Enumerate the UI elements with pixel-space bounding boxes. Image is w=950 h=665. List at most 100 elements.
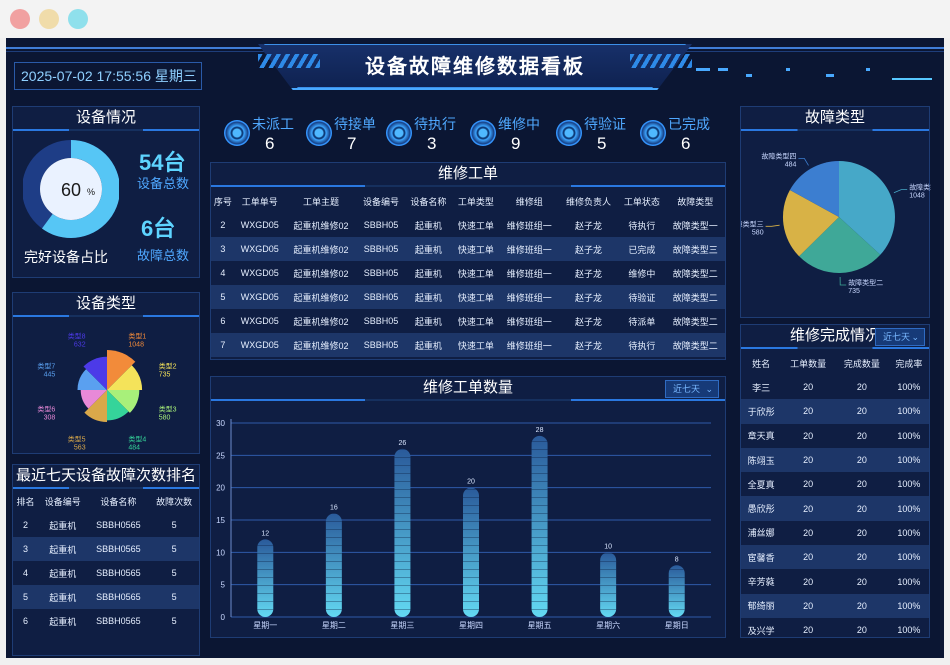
slice-category-label: 故障类型三 [741,219,764,228]
fault-ranking-table: 排名 设备编号 设备名称 故障次数 2 起重机 SBBH0565 5 3 起重机… [13,489,199,633]
status-count: 7 [347,134,357,153]
table-cell: 及兴学 [747,625,775,636]
bar-value-label: 20 [467,479,475,486]
status-counter-in-repair[interactable]: 维修中 9 [470,110,560,156]
table-cell: 100% [897,479,921,490]
status-counter-pending-accept[interactable]: 待接单 7 [306,110,396,156]
table-cell: 20 [781,447,835,473]
percent-value-text: 60 [61,180,81,200]
table-cell: SBBH0565 [96,616,141,626]
status-label: 待验证 [584,116,626,132]
bar-value-label: 12 [261,530,269,537]
table-cell: 于欣彤 [741,399,782,424]
minimize-window-button[interactable] [39,9,59,29]
column-header: 工单数量 [790,358,827,369]
slice-value-label: 580 [752,229,764,236]
completion-period-select[interactable]: 近七天 ⌄ [875,328,925,346]
table-cell: 2 [220,220,226,230]
table-cell: 维修班组一 [506,220,552,231]
table-cell: SBBH05 [363,316,399,326]
stripe-decoration-left [258,54,320,68]
pie-leader-line [765,224,780,227]
slice-value-label: 735 [848,288,860,295]
table-cell: 20 [856,430,867,441]
table-cell: 起重机 [414,220,442,231]
table-cell: 20 [834,593,889,618]
table-row[interactable]: 4 WXGD05 起重机维修02 SBBH05 起重机 快速工单 维修班组一 赵… [211,261,725,285]
chevron-down-icon: ⌄ [911,332,919,342]
column-header: 维修负责人 [566,196,612,207]
status-label: 维修中 [498,116,540,132]
slice-value-label: 445 [44,372,56,379]
table-cell: 故障类型二 [672,316,718,327]
table-cell: WXGD05 [240,220,279,230]
fault-ranking-panel: 最近七天设备故障次数排名 排名 设备编号 设备名称 故障次数 2 起重机 SBB… [12,464,200,656]
column-header: 设备名称 [410,196,447,207]
column-header: 序号 [213,196,232,207]
table-row: 章天真 20 20 100% [741,424,929,448]
maximize-window-button[interactable] [68,9,88,29]
table-cell: WXGD05 [234,237,285,261]
table-row[interactable]: 2 WXGD05 起重机维修02 SBBH05 起重机 快速工单 维修班组一 赵… [211,213,725,237]
slice-category-label: 故障类型一 [909,183,931,192]
table-cell: SBBH05 [357,237,405,261]
table-cell: 20 [803,430,814,441]
column-header: 设备编号 [44,496,81,507]
slice-category-label: 类型7 [37,362,55,371]
fault-equipment-label: 故障总数 [137,248,190,263]
status-count: 6 [265,134,275,153]
table-cell: 20 [856,625,867,636]
table-row[interactable]: 3 WXGD05 起重机维修02 SBBH05 起重机 快速工单 维修班组一 赵… [211,237,725,261]
table-cell: 100% [888,545,929,570]
table-cell: 20 [856,576,867,587]
table-row[interactable]: 7 WXGD05 起重机维修02 SBBH05 起重机 快速工单 维修班组一 赵… [211,333,725,357]
column-header: 完成数量 [843,358,880,369]
slice-category-label: 类型5 [68,435,86,444]
table-cell: 100% [897,576,921,587]
table-cell: 起重机 [37,537,88,561]
table-cell: 快速工单 [452,333,500,357]
slice-category-label: 类型3 [159,404,177,413]
y-tick-label: 25 [216,451,225,460]
page-title: 设备故障维修数据看板 [365,56,585,78]
status-counter-completed[interactable]: 已完成 6 [640,110,730,156]
table-cell: 起重机 [49,616,77,627]
equipment-type-rose-chart: 类型11048 类型2735 类型3580 类型4484 类型5563 类型6308 类型7… [37,331,177,451]
table-cell: 快速工单 [457,268,494,279]
dash-decoration [696,68,710,71]
table-cell: 起重机维修02 [293,268,349,279]
table-cell: 起重机 [49,568,77,579]
table-cell: 20 [781,399,835,424]
panel-title: 最近七天设备故障次数排名 [13,465,199,489]
status-counter-row: 未派工 6 待接单 7 待执行 3 维修中 9 待验证 5 已完成 6 [220,110,734,156]
table-cell: 快速工单 [457,316,494,327]
table-cell: 辛芳蕤 [747,577,775,588]
table-row: 全夏真 20 20 100% [741,472,929,496]
status-label: 未派工 [252,116,294,132]
dash-decoration [786,68,790,71]
column-header: 工单主题 [303,196,340,207]
status-counter-pending-verify[interactable]: 待验证 5 [556,110,646,156]
status-counter-unassigned[interactable]: 未派工 6 [224,110,314,156]
table-row[interactable]: 5 WXGD05 起重机维修02 SBBH05 起重机 快速工单 维修班组一 赵… [211,285,725,309]
table-cell: WXGD05 [234,333,285,357]
status-counter-pending-execution[interactable]: 待执行 3 [386,110,476,156]
x-tick-label: 星期六 [596,620,620,630]
stripe-decoration-right [630,54,692,68]
table-row: 4 起重机 SBBH0565 5 [13,561,199,585]
bar-value-label: 16 [330,505,338,512]
pie-leader-line [893,189,908,194]
table-row[interactable]: 6 WXGD05 起重机维修02 SBBH05 起重机 快速工单 维修班组一 赵… [211,309,725,333]
table-cell: 待执行 [618,333,666,357]
table-row: 愚欣彤 20 20 100% [741,496,929,521]
table-cell: 20 [781,545,835,570]
table-row: 李三 20 20 100% [741,375,929,399]
close-window-button[interactable] [10,9,30,29]
table-cell: 100% [897,430,921,441]
dash-decoration [718,68,728,71]
x-tick-label: 星期五 [528,621,552,630]
table-cell: 起重机 [414,316,442,327]
column-header: 设备名称 [100,496,137,507]
table-cell: SBBH05 [357,285,405,309]
good-ratio-donut: 60 % [23,140,119,238]
